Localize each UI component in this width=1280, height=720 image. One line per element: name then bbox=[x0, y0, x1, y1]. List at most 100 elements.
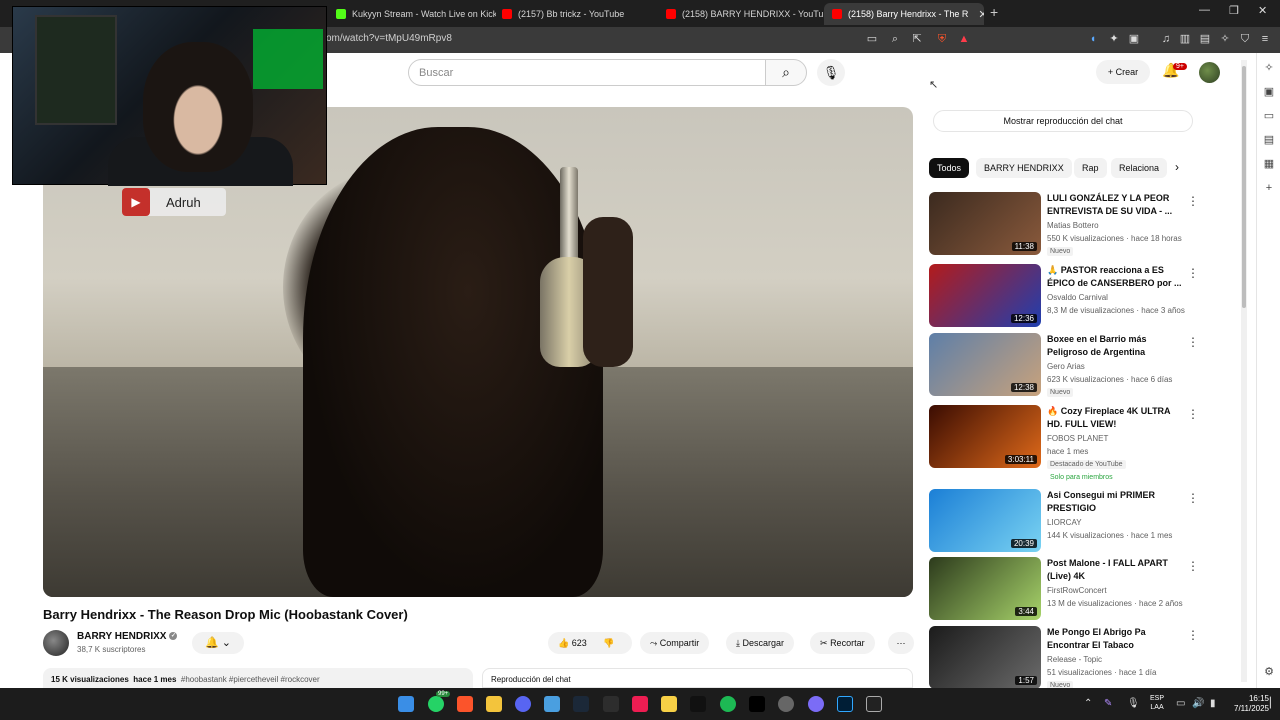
discord-icon[interactable] bbox=[515, 696, 531, 712]
video-thumbnail[interactable]: 12:38 bbox=[929, 333, 1041, 396]
chip-related[interactable]: Relaciona bbox=[1111, 158, 1167, 178]
close-window-icon[interactable]: ✕ bbox=[1258, 4, 1267, 17]
search-input[interactable]: Buscar bbox=[408, 59, 766, 86]
video-thumbnail[interactable]: 12:36 bbox=[929, 264, 1041, 327]
vpn-icon[interactable]: ⛉ bbox=[1238, 32, 1252, 46]
system-clock[interactable]: 16:15 7/11/2025 bbox=[1234, 694, 1269, 714]
tab-youtube-barry-channel[interactable]: (2158) BARRY HENDRIXX - YouTube bbox=[666, 3, 826, 25]
zoom-icon[interactable]: ⌕ bbox=[888, 32, 902, 46]
battery-icon[interactable]: ▮ bbox=[1210, 698, 1216, 709]
epic-games-icon[interactable] bbox=[866, 696, 882, 712]
channel-name[interactable]: Matias Bottero bbox=[1047, 221, 1099, 230]
related-video-item[interactable]: 20:39 Asi Consegui mi PRIMER PRESTIGIO LIO… bbox=[929, 489, 1209, 557]
photoshop-icon[interactable] bbox=[837, 696, 853, 712]
wallet-icon[interactable]: ▣ bbox=[1127, 32, 1141, 46]
menu-icon[interactable]: ≡ bbox=[1258, 32, 1272, 46]
download-button[interactable]: ⤓ Descargar bbox=[726, 632, 795, 654]
video-title[interactable]: 🔥 Cozy Fireplace 4K ULTRA HD. FULL VIEW! bbox=[1047, 405, 1187, 431]
related-video-item[interactable]: 3:03:11 🔥 Cozy Fireplace 4K ULTRA HD. FUL… bbox=[929, 405, 1209, 481]
tab-kick[interactable]: Kukyyn Stream - Watch Live on Kick bbox=[336, 3, 496, 25]
related-video-item[interactable]: 12:38 Boxee en el Barrio más Peligroso de… bbox=[929, 333, 1209, 401]
related-video-item[interactable]: 11:38 LULI GONZÁLEZ Y LA PEOR ENTREVISTA … bbox=[929, 192, 1209, 260]
related-video-item[interactable]: 1:57 Me Pongo El Abrigo Pa Encontrar El T… bbox=[929, 626, 1209, 694]
history-icon[interactable]: ▦ bbox=[1262, 157, 1276, 171]
channel-name[interactable]: FOBOS PLANET bbox=[1047, 434, 1108, 443]
more-actions-button[interactable]: ⋯ bbox=[888, 632, 914, 654]
video-thumbnail[interactable]: 1:57 bbox=[929, 626, 1041, 689]
channel-name[interactable]: LIORCAY bbox=[1047, 518, 1082, 527]
brave-shield-icon[interactable]: ⛨ bbox=[935, 32, 949, 46]
video-title[interactable]: Post Malone - I FALL APART (Live) 4K bbox=[1047, 557, 1187, 583]
video-title[interactable]: 🙏 PASTOR reacciona a ES ÉPICO de CANSERB… bbox=[1047, 264, 1187, 290]
url-field[interactable]: om/watch?v=tMpU49mRpv8 bbox=[326, 33, 452, 44]
more-options-icon[interactable]: ⋮ bbox=[1187, 335, 1199, 349]
tray-mic-icon[interactable]: 🎙 bbox=[1127, 698, 1140, 709]
scrollbar-thumb[interactable] bbox=[1242, 66, 1246, 308]
bookmarks-icon[interactable]: ▤ bbox=[1262, 133, 1276, 147]
tab-youtube-active[interactable]: (2158) Barry Hendrixx - The R ✕ bbox=[824, 3, 984, 25]
description-box[interactable]: 15 K visualizaciones hace 1 mes #hoobast… bbox=[43, 668, 473, 688]
video-thumbnail[interactable]: 20:39 bbox=[929, 489, 1041, 552]
ai-icon[interactable]: ✧ bbox=[1218, 32, 1232, 46]
more-options-icon[interactable]: ⋮ bbox=[1187, 559, 1199, 573]
settings-app-icon[interactable] bbox=[778, 696, 794, 712]
video-title[interactable]: Boxee en el Barrio más Peligroso de Arge… bbox=[1047, 333, 1187, 359]
related-video-item[interactable]: 3:44 Post Malone - I FALL APART (Live) 4K… bbox=[929, 557, 1209, 625]
chevron-right-icon[interactable]: › bbox=[1175, 160, 1179, 174]
obs-icon[interactable] bbox=[603, 696, 619, 712]
whatsapp-icon[interactable] bbox=[428, 696, 444, 712]
channel-avatar[interactable] bbox=[43, 630, 69, 656]
more-options-icon[interactable]: ⋮ bbox=[1187, 266, 1199, 280]
new-tab-icon[interactable]: + bbox=[990, 4, 998, 20]
channel-name[interactable]: Release - Topic bbox=[1047, 655, 1102, 664]
related-video-item[interactable]: 12:36 🙏 PASTOR reacciona a ES ÉPICO de CA… bbox=[929, 264, 1209, 332]
cast-icon[interactable]: ▭ bbox=[865, 32, 879, 46]
show-chat-replay-button[interactable]: Mostrar reproducción del chat bbox=[933, 110, 1193, 132]
add-panel-icon[interactable]: + bbox=[1262, 181, 1276, 195]
tray-expand-icon[interactable]: ⌃ bbox=[1084, 698, 1092, 709]
video-thumbnail[interactable]: 3:44 bbox=[929, 557, 1041, 620]
sidebar-toggle-icon[interactable]: ▥ bbox=[1178, 32, 1192, 46]
settings-gear-icon[interactable]: ⚙ bbox=[1262, 665, 1276, 679]
channel-name[interactable]: Gero Arias bbox=[1047, 362, 1085, 371]
notification-center-icon[interactable]: ▏ bbox=[1270, 698, 1278, 709]
more-options-icon[interactable]: ⋮ bbox=[1187, 491, 1199, 505]
share-icon[interactable]: ⇱ bbox=[910, 32, 924, 46]
like-button[interactable]: 👍 623 bbox=[558, 638, 587, 648]
close-tab-icon[interactable]: ✕ bbox=[978, 8, 984, 21]
search-button[interactable]: ⌕ bbox=[765, 59, 807, 86]
volume-icon[interactable]: 🔊 bbox=[1192, 698, 1204, 709]
channel-name[interactable]: FirstRowConcert bbox=[1047, 586, 1107, 595]
more-options-icon[interactable]: ⋮ bbox=[1187, 628, 1199, 642]
app2-icon[interactable] bbox=[808, 696, 824, 712]
hashtags[interactable]: #hoobastank #piercetheveil #rockcover bbox=[181, 675, 320, 684]
rewards-icon[interactable]: ▲ bbox=[957, 32, 971, 46]
language-indicator[interactable]: ESP LAA bbox=[1150, 694, 1164, 712]
music-icon[interactable]: ♫ bbox=[1159, 32, 1173, 46]
more-options-icon[interactable]: ⋮ bbox=[1187, 194, 1199, 208]
tab-youtube-bb-trickz[interactable]: (2157) Bb trickz - YouTube bbox=[502, 3, 662, 25]
voice-search-button[interactable]: 🎙 bbox=[817, 59, 845, 86]
chip-all[interactable]: Todos bbox=[929, 158, 970, 178]
chat-replay-panel[interactable]: Reproducción del chat bbox=[482, 668, 913, 688]
more-options-icon[interactable]: ⋮ bbox=[1187, 407, 1199, 421]
capcut-icon[interactable] bbox=[690, 696, 706, 712]
video-thumbnail[interactable]: 3:03:11 bbox=[929, 405, 1041, 468]
wallet2-icon[interactable]: ▤ bbox=[1198, 32, 1212, 46]
minimize-icon[interactable]: — bbox=[1199, 4, 1210, 16]
account-avatar[interactable] bbox=[1199, 62, 1220, 83]
tiktok-icon[interactable] bbox=[749, 696, 765, 712]
video-title[interactable]: Me Pongo El Abrigo Pa Encontrar El Tabac… bbox=[1047, 626, 1187, 652]
extensions-icon[interactable]: ✦ bbox=[1107, 32, 1121, 46]
file-explorer-icon[interactable] bbox=[486, 696, 502, 712]
photos-icon[interactable] bbox=[544, 696, 560, 712]
video-thumbnail[interactable]: 11:38 bbox=[929, 192, 1041, 255]
share-button[interactable]: ⤳ Compartir bbox=[640, 632, 710, 654]
video-title[interactable]: Asi Consegui mi PRIMER PRESTIGIO bbox=[1047, 489, 1187, 515]
reading-list-icon[interactable]: ▭ bbox=[1262, 109, 1276, 123]
chip-rap[interactable]: Rap bbox=[1074, 158, 1107, 178]
brave-icon[interactable] bbox=[457, 696, 473, 712]
channel-name[interactable]: BARRY HENDRIXX ✓ bbox=[77, 631, 178, 642]
chip-barry-hendrixx[interactable]: BARRY HENDRIXX bbox=[976, 158, 1072, 178]
audio-icon[interactable]: ◖ bbox=[1086, 32, 1100, 46]
